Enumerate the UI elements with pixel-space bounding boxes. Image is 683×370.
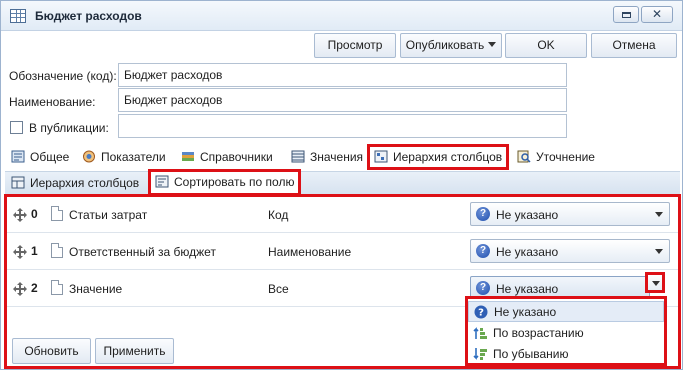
svg-text:?: ?	[478, 308, 484, 319]
title-bar: Бюджет расходов ✕	[1, 1, 682, 31]
sort-select[interactable]: ? Не указано	[470, 202, 670, 226]
row-number: 1	[31, 244, 38, 258]
subtab-bar: Иерархия столбцов Сортировать по полю	[5, 169, 680, 196]
restore-button[interactable]	[613, 6, 639, 23]
drag-handle-icon[interactable]	[13, 208, 27, 222]
option-label: По убыванию	[493, 347, 569, 361]
chevron-down-icon	[655, 249, 663, 254]
ok-button[interactable]: OK	[505, 33, 587, 58]
tab-column-hierarchy[interactable]: Иерархия столбцов	[367, 144, 510, 170]
code-field[interactable]: Бюджет расходов	[118, 63, 567, 87]
document-icon	[51, 280, 63, 295]
question-icon: ?	[476, 281, 490, 295]
tab-column-hierarchy-label: Иерархия столбцов	[393, 150, 503, 164]
publish-button-label: Опубликовать	[405, 38, 485, 52]
question-icon: ?	[474, 305, 488, 319]
cancel-button[interactable]: Отмена	[591, 33, 677, 58]
close-icon: ✕	[652, 7, 663, 21]
values-icon	[291, 149, 305, 163]
option-label: Не указано	[494, 305, 557, 319]
row-column: Код	[268, 208, 289, 222]
tab-general[interactable]: Общее	[11, 147, 69, 169]
column-hierarchy-icon	[11, 175, 25, 189]
apply-button[interactable]: Применить	[95, 338, 174, 364]
table-icon	[10, 9, 26, 23]
option-descending[interactable]: По убыванию	[468, 344, 664, 365]
dictionaries-icon	[181, 149, 195, 162]
dialog-window: Бюджет расходов ✕ Просмотр Опубликовать …	[0, 0, 683, 370]
sort-select-value: Не указано	[496, 282, 559, 296]
publish-button[interactable]: Опубликовать	[400, 33, 502, 58]
option-label: По возрастанию	[493, 326, 584, 340]
drag-handle-icon[interactable]	[13, 282, 27, 296]
restore-icon	[622, 12, 631, 18]
document-icon	[51, 206, 63, 221]
tab-values[interactable]: Значения	[291, 147, 363, 169]
tab-values-label: Значения	[310, 150, 364, 164]
question-icon: ?	[476, 207, 490, 221]
tab-bar: Общее Показатели Справочники Значения Ие…	[5, 144, 680, 170]
row-column: Наименование	[268, 245, 352, 259]
column-hierarchy-icon	[374, 149, 388, 163]
tab-refinement[interactable]: Уточнение	[517, 147, 595, 169]
window-title: Бюджет расходов	[35, 9, 142, 23]
close-button[interactable]: ✕	[641, 6, 673, 23]
sort-select[interactable]: ? Не указано	[470, 239, 670, 263]
sort-dropdown-list: ? Не указано По возрастанию По убыванию	[465, 296, 667, 366]
subtab-sort-by-field[interactable]: Сортировать по полю	[148, 169, 302, 196]
name-field[interactable]: Бюджет расходов	[118, 88, 567, 112]
drag-handle-icon[interactable]	[13, 245, 27, 259]
sort-select-value: Не указано	[496, 208, 559, 222]
row-name: Ответственный за бюджет	[69, 245, 216, 259]
chevron-down-icon	[655, 212, 663, 217]
subtab-column-hierarchy-label: Иерархия столбцов	[30, 176, 140, 190]
preview-button[interactable]: Просмотр	[314, 33, 396, 58]
question-icon: ?	[476, 244, 490, 258]
publication-label: В публикации:	[29, 121, 109, 135]
table-row[interactable]: 1 Ответственный за бюджет Наименование ?…	[7, 234, 678, 270]
tab-dictionaries[interactable]: Справочники	[181, 147, 273, 169]
table-row[interactable]: 0 Статьи затрат Код ? Не указано	[7, 197, 678, 233]
sort-descending-icon	[473, 347, 487, 361]
general-icon	[11, 149, 25, 163]
tab-refinement-label: Уточнение	[536, 150, 595, 164]
tab-general-label: Общее	[30, 150, 70, 164]
row-name: Значение	[69, 282, 123, 296]
tab-dictionaries-label: Справочники	[200, 150, 273, 164]
publication-checkbox[interactable]	[10, 121, 23, 134]
code-label: Обозначение (код):	[9, 69, 117, 83]
option-not-specified[interactable]: ? Не указано	[468, 301, 664, 322]
document-icon	[51, 243, 63, 258]
option-ascending[interactable]: По возрастанию	[468, 323, 664, 344]
sort-select-value: Не указано	[496, 245, 559, 259]
row-number: 0	[31, 207, 38, 221]
refinement-icon	[517, 149, 531, 163]
row-name: Статьи затрат	[69, 208, 148, 222]
sort-ascending-icon	[473, 326, 487, 340]
chevron-down-icon	[652, 281, 660, 286]
chevron-down-icon	[488, 42, 497, 47]
tab-indicators[interactable]: Показатели	[82, 147, 166, 169]
dropdown-toggle-button[interactable]	[645, 272, 665, 293]
row-column: Все	[268, 282, 289, 296]
row-number: 2	[31, 281, 38, 295]
tab-indicators-label: Показатели	[101, 150, 166, 164]
refresh-button[interactable]: Обновить	[12, 338, 91, 364]
sort-by-field-icon	[155, 174, 169, 188]
subtab-column-hierarchy[interactable]: Иерархия столбцов	[11, 173, 139, 195]
publication-field[interactable]	[118, 114, 567, 138]
name-label: Наименование:	[9, 95, 96, 109]
indicators-icon	[82, 149, 96, 163]
subtab-sort-by-field-label: Сортировать по полю	[174, 175, 295, 189]
